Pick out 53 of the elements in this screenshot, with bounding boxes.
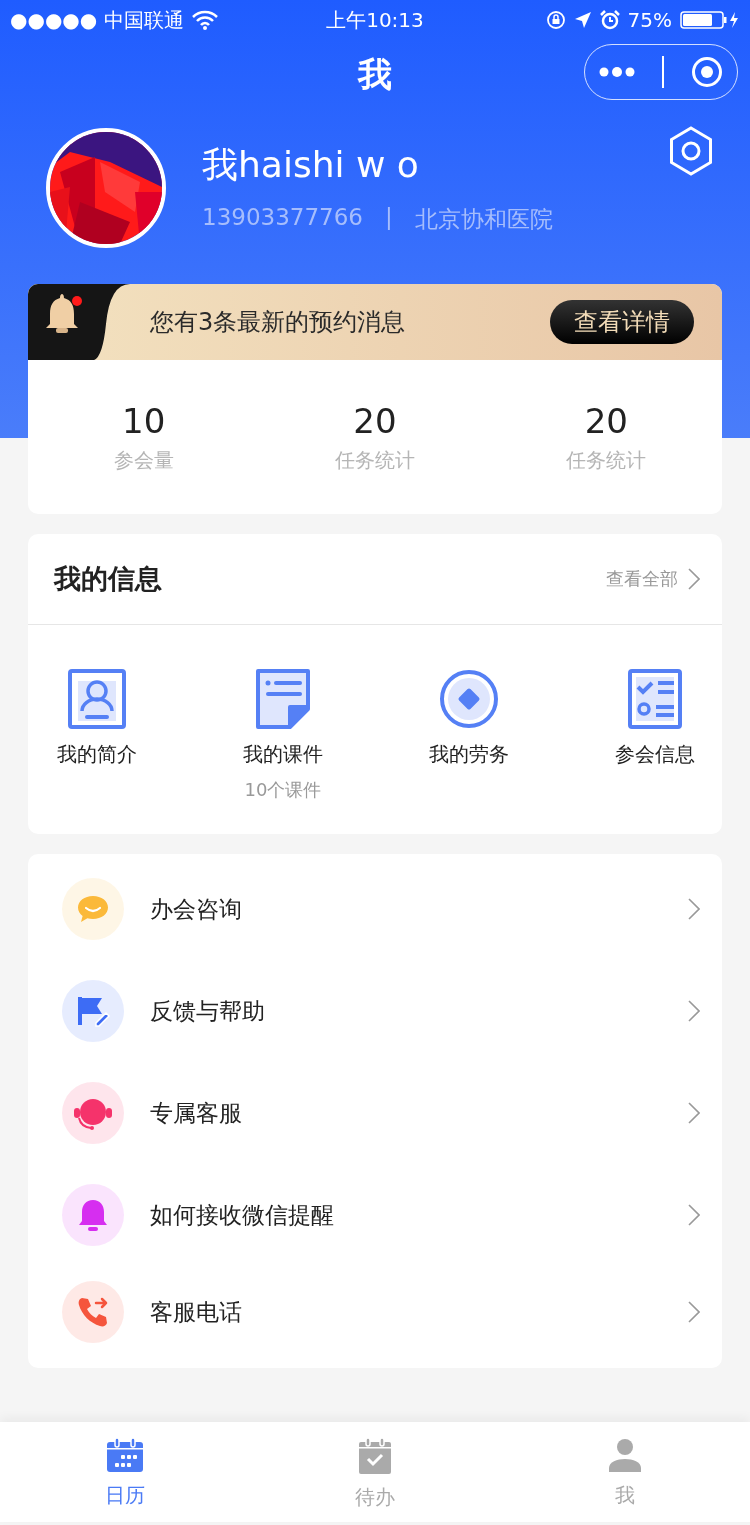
notice-message: 您有3条最新的预约消息 — [150, 307, 407, 338]
headset-icon — [73, 1096, 113, 1130]
carrier-text: ●●●●● 中国联通 — [10, 6, 184, 34]
user-name: 我haishi w o — [202, 143, 420, 187]
menu-item[interactable]: 客服电话 — [28, 1266, 722, 1358]
battery-percent: 75% — [627, 8, 672, 32]
info-shortcut[interactable]: 我的课件 10个课件 — [238, 669, 328, 802]
chat-bubble-icon — [76, 894, 110, 924]
stat-value: 20 — [584, 400, 628, 441]
section-title: 我的信息 — [54, 562, 162, 596]
chevron-right-icon — [688, 1102, 700, 1124]
stat-value: 10 — [122, 400, 166, 441]
phone-icon — [76, 1295, 110, 1329]
settings-icon[interactable] — [668, 126, 714, 176]
chevron-right-icon — [688, 1204, 700, 1226]
info-shortcut[interactable]: 我的劳务 — [424, 669, 514, 802]
view-details-button[interactable]: 查看详情 — [550, 300, 694, 344]
stat-label: 任务统计 — [566, 446, 647, 474]
alarm-clock-icon — [599, 10, 620, 30]
coin-icon — [439, 669, 499, 729]
calendar-icon — [106, 1438, 144, 1472]
phone-number: 13903377766 — [202, 204, 363, 232]
close-target-icon[interactable] — [691, 56, 724, 88]
id-card-icon — [68, 669, 126, 729]
tab-bar-item[interactable]: 日历 — [0, 1422, 250, 1522]
document-icon — [254, 669, 312, 729]
menu-item[interactable]: 如何接收微信提醒 — [28, 1164, 722, 1266]
menu-item[interactable]: 专属客服 — [28, 1062, 722, 1164]
chevron-right-icon — [688, 568, 700, 590]
flag-icon — [76, 995, 110, 1027]
info-shortcut[interactable]: 我的简介 — [52, 669, 142, 802]
checklist-icon — [628, 669, 682, 729]
battery-charging-icon — [680, 10, 740, 30]
bell-icon — [77, 1198, 109, 1232]
menu-item[interactable]: 反馈与帮助 — [28, 960, 722, 1062]
location-arrow-icon — [573, 11, 592, 29]
chevron-right-icon — [688, 1301, 700, 1323]
stat-label: 参会量 — [113, 446, 174, 474]
info-shortcut[interactable]: 参会信息 — [610, 669, 700, 802]
chevron-right-icon — [688, 898, 700, 920]
menu-item[interactable]: 办会咨询 — [28, 858, 722, 960]
clipboard-check-icon — [358, 1438, 392, 1474]
person-icon — [608, 1438, 642, 1472]
wifi-icon — [191, 10, 218, 30]
chevron-right-icon — [688, 1000, 700, 1022]
page-title: 我 — [358, 53, 392, 96]
separator-text: | — [384, 204, 393, 232]
stat-label: 任务统计 — [335, 446, 415, 474]
stat-value: 20 — [353, 400, 397, 441]
clock-time: 上午10:13 — [326, 6, 424, 34]
more-icon[interactable] — [598, 67, 635, 77]
rotation-lock-icon — [545, 10, 566, 30]
hospital-name: 北京协和医院 — [414, 205, 553, 234]
